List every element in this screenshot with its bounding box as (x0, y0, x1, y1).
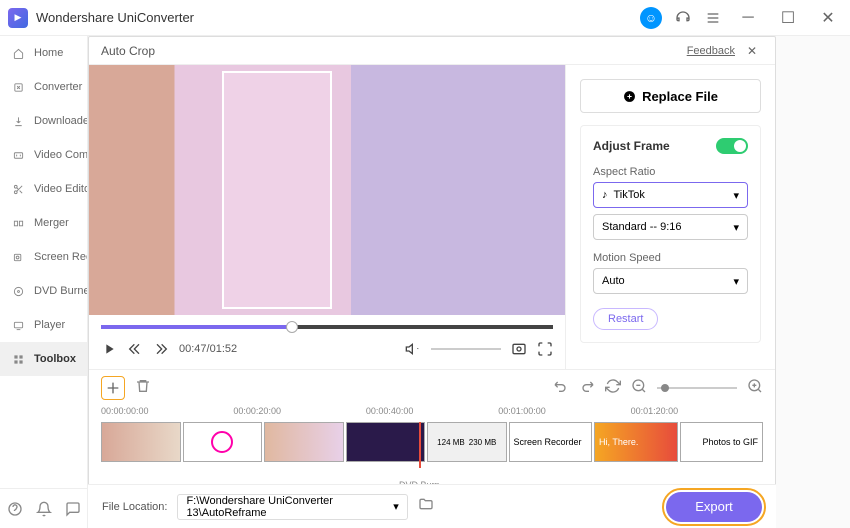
sidebar-item-toolbox[interactable]: Toolbox (0, 342, 87, 376)
sidebar-item-converter[interactable]: Converter (0, 70, 87, 104)
sidebar-item-merger[interactable]: Merger (0, 206, 87, 240)
replace-file-button[interactable]: Replace File (580, 79, 761, 113)
sidebar-label: Downloader (34, 115, 87, 127)
record-icon (10, 249, 26, 265)
motion-speed-select[interactable]: Auto ▾ (593, 268, 748, 294)
timeline-ruler: 00:00:00:00 00:00:20:00 00:00:40:00 00:0… (89, 406, 775, 422)
sidebar-label: Screen Recorder (34, 251, 87, 263)
file-location-select[interactable]: F:\Wondershare UniConverter 13\AutoRefra… (177, 494, 407, 520)
sidebar-label: DVD Burner (34, 285, 87, 297)
snapshot-icon[interactable] (511, 341, 527, 357)
time-display: 00:47/01:52 (179, 343, 237, 355)
delete-icon[interactable] (135, 378, 151, 399)
help-icon[interactable] (7, 501, 23, 517)
motion-speed-label: Motion Speed (593, 252, 748, 264)
volume-slider[interactable] (431, 348, 501, 350)
video-preview (89, 65, 565, 315)
app-title: Wondershare UniConverter (36, 10, 640, 25)
timeline-clip[interactable] (346, 422, 426, 462)
volume-icon[interactable] (405, 341, 421, 357)
sidebar: Home Converter Downloader Video Compress… (0, 36, 88, 528)
zoom-slider[interactable] (657, 387, 737, 389)
download-icon (10, 113, 26, 129)
timeline-clip[interactable]: Hi, There. (594, 422, 678, 462)
compress-icon (10, 147, 26, 163)
panel-title: Auto Crop (101, 44, 155, 58)
minimize-button[interactable]: ─ (734, 4, 762, 32)
sidebar-item-downloader[interactable]: Downloader (0, 104, 87, 138)
timeline-clip[interactable] (183, 422, 263, 462)
convert-icon (10, 79, 26, 95)
tiktok-icon: ♪ (602, 189, 608, 201)
redo-icon[interactable] (579, 378, 595, 399)
sidebar-label: Toolbox (34, 353, 76, 365)
player-icon (10, 317, 26, 333)
sidebar-label: Video Compressor (34, 149, 87, 161)
seek-bar[interactable] (101, 325, 553, 329)
feedback-link[interactable]: Feedback (687, 45, 735, 57)
folder-icon[interactable] (418, 496, 434, 517)
fullscreen-icon[interactable] (537, 341, 553, 357)
sidebar-label: Home (34, 47, 63, 59)
timeline-track[interactable]: 124 MB230 MB Screen Recorder Hi, There. … (101, 422, 763, 478)
home-icon (10, 45, 26, 61)
timeline-clip[interactable] (101, 422, 181, 462)
sidebar-label: Merger (34, 217, 69, 229)
play-button[interactable] (101, 341, 117, 357)
scissors-icon (10, 181, 26, 197)
standard-select[interactable]: Standard -- 9:16 ▾ (593, 214, 748, 240)
sidebar-label: Converter (34, 81, 82, 93)
export-button[interactable]: Export (666, 492, 762, 522)
sidebar-label: Video Editor (34, 183, 87, 195)
zoom-in-icon[interactable] (747, 378, 763, 399)
adjust-frame-title: Adjust Frame (593, 139, 670, 153)
timeline-clip[interactable]: 124 MB230 MB (427, 422, 507, 462)
aspect-ratio-select[interactable]: ♪TikTok ▾ (593, 182, 748, 208)
chevron-down-icon: ▾ (733, 221, 739, 234)
user-avatar[interactable]: ☺ (640, 7, 662, 29)
chevron-down-icon: ▾ (393, 500, 399, 513)
sidebar-item-compressor[interactable]: Video Compressor (0, 138, 87, 172)
zoom-out-icon[interactable] (631, 378, 647, 399)
timeline-clip[interactable] (264, 422, 344, 462)
bell-icon[interactable] (36, 501, 52, 517)
restart-button[interactable]: Restart (593, 308, 658, 330)
refresh-icon[interactable] (605, 378, 621, 399)
sidebar-item-editor[interactable]: Video Editor (0, 172, 87, 206)
add-marker-button[interactable] (101, 376, 125, 400)
merge-icon (10, 215, 26, 231)
headset-icon[interactable] (674, 9, 692, 27)
crop-frame[interactable] (222, 71, 331, 309)
replace-file-label: Replace File (642, 89, 718, 104)
playhead[interactable] (419, 422, 421, 468)
chevron-down-icon: ▾ (733, 275, 739, 288)
undo-icon[interactable] (553, 378, 569, 399)
chevron-down-icon: ▾ (733, 189, 739, 202)
timeline-clip[interactable]: Screen Recorder (509, 422, 593, 462)
maximize-button[interactable]: ☐ (774, 4, 802, 32)
aspect-ratio-label: Aspect Ratio (593, 166, 748, 178)
auto-crop-panel: Auto Crop Feedback ✕ (88, 36, 776, 499)
next-frame-button[interactable] (153, 341, 169, 357)
sidebar-item-dvd[interactable]: DVD Burner (0, 274, 87, 308)
app-logo (8, 8, 28, 28)
timeline-clip[interactable]: Photos to GIF (680, 422, 764, 462)
sidebar-item-player[interactable]: Player (0, 308, 87, 342)
adjust-frame-toggle[interactable] (716, 138, 748, 154)
close-button[interactable]: ✕ (814, 4, 842, 32)
file-location-label: File Location: (102, 501, 167, 513)
menu-icon[interactable] (704, 9, 722, 27)
feedback-icon[interactable] (65, 501, 81, 517)
sidebar-item-home[interactable]: Home (0, 36, 87, 70)
prev-frame-button[interactable] (127, 341, 143, 357)
dvd-icon (10, 283, 26, 299)
toolbox-icon (10, 351, 26, 367)
sidebar-item-recorder[interactable]: Screen Recorder (0, 240, 87, 274)
sidebar-label: Player (34, 319, 65, 331)
close-panel-icon[interactable]: ✕ (747, 44, 763, 58)
